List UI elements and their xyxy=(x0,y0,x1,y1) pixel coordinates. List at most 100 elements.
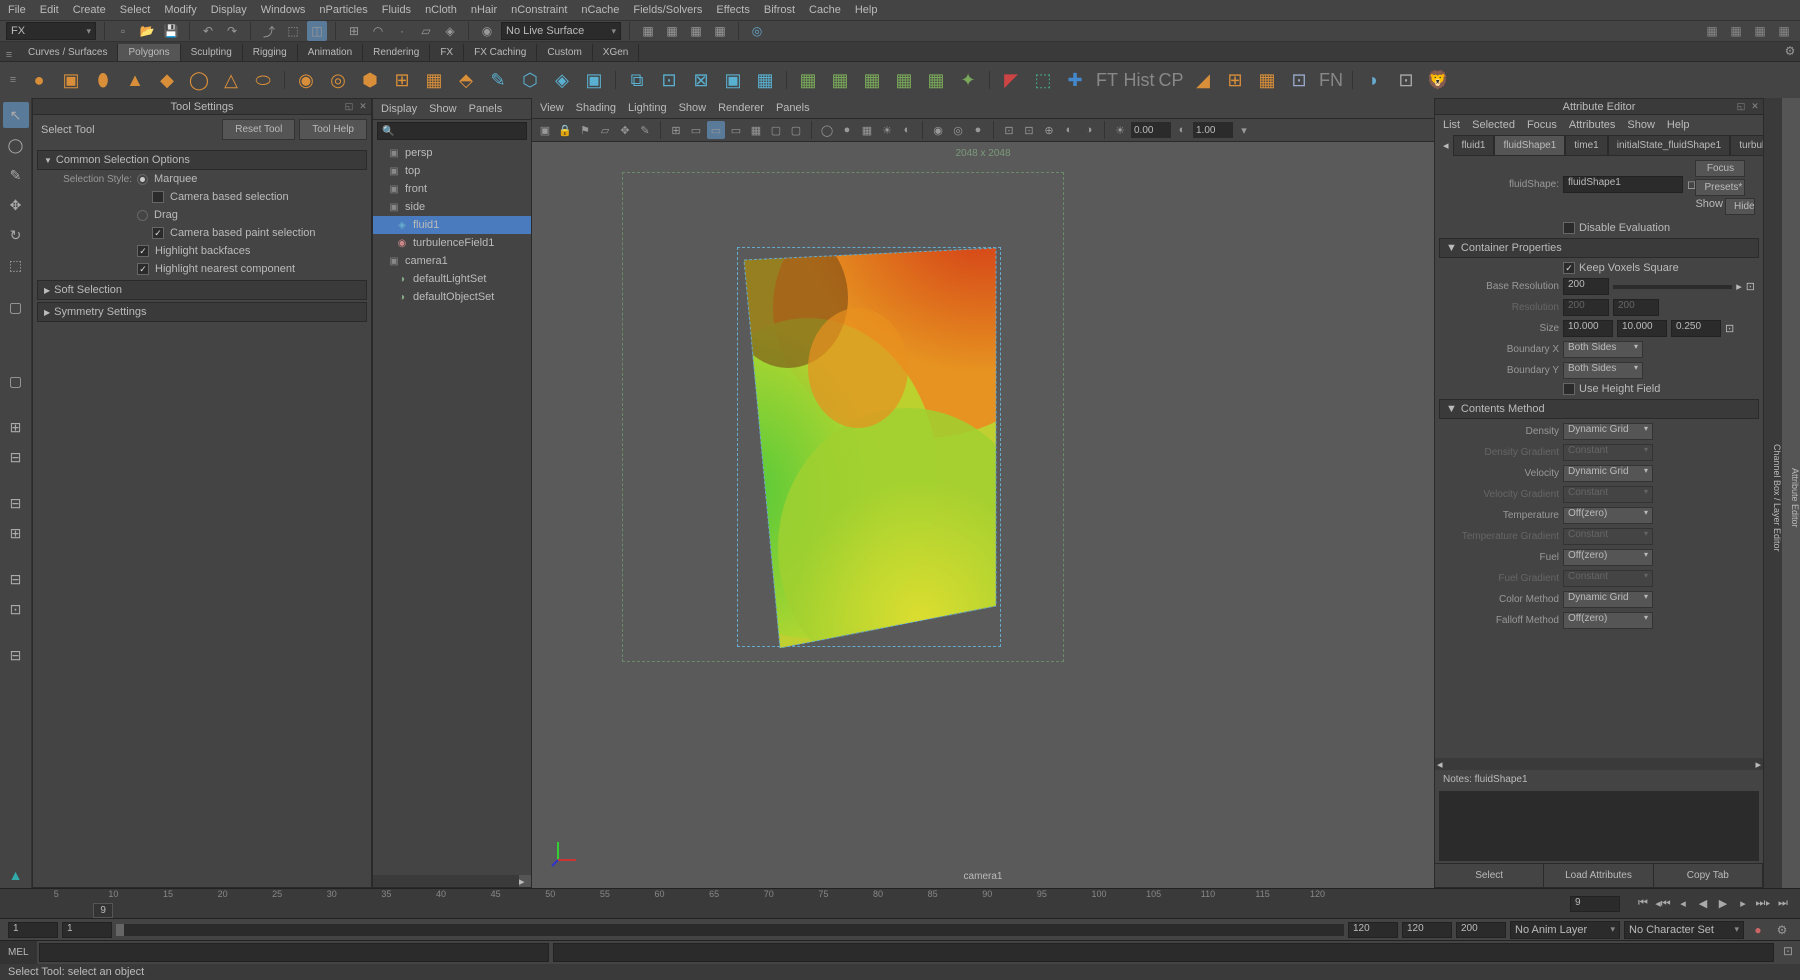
menu-modify[interactable]: Modify xyxy=(164,4,196,16)
vp-safe-title-icon[interactable]: ▢ xyxy=(787,121,805,139)
smooth-icon[interactable]: ▦ xyxy=(419,65,449,95)
ae-hscroll-right-icon[interactable]: ▸ xyxy=(1753,758,1763,771)
layout-outliner-icon[interactable]: ⊟ xyxy=(3,490,29,516)
poly-cube-icon[interactable]: ▣ xyxy=(56,65,86,95)
undock-icon[interactable]: ◱ xyxy=(343,101,355,113)
slice-icon[interactable]: ◢ xyxy=(1188,65,1218,95)
drag-radio[interactable] xyxy=(137,210,148,221)
delete-history-icon[interactable]: Hist xyxy=(1124,65,1154,95)
menu-ncloth[interactable]: nCloth xyxy=(425,4,457,16)
vp-exposure-field[interactable]: 0.00 xyxy=(1131,122,1171,138)
outliner-item-defaultLightSet[interactable]: ◑defaultLightSet xyxy=(373,270,531,288)
menu-windows[interactable]: Windows xyxy=(261,4,306,16)
vp-menu-show[interactable]: Show xyxy=(679,102,707,114)
camera-paint-checkbox[interactable]: ✓ xyxy=(152,227,164,239)
size-y-field[interactable]: 10.000 xyxy=(1617,320,1667,337)
ae-menu-list[interactable]: List xyxy=(1443,119,1460,131)
shelf-edit-icon[interactable]: ≡ xyxy=(4,74,22,86)
vp-grid-icon[interactable]: ⊞ xyxy=(667,121,685,139)
menu-fluids[interactable]: Fluids xyxy=(382,4,411,16)
vp-shadows-icon[interactable]: ◐ xyxy=(898,121,916,139)
vp-menu-panels[interactable]: Panels xyxy=(776,102,810,114)
save-scene-icon[interactable]: 💾 xyxy=(161,21,181,41)
snap-plane-icon[interactable]: ▱ xyxy=(416,21,436,41)
highlight-nearest-checkbox[interactable]: ✓ xyxy=(137,263,149,275)
vp-gamma-field[interactable]: 1.00 xyxy=(1193,122,1233,138)
symmetry-section[interactable]: ▶Symmetry Settings xyxy=(37,302,367,322)
camera-selection-checkbox[interactable] xyxy=(152,191,164,203)
range-start-field[interactable]: 1 xyxy=(62,922,112,938)
lattice-icon[interactable]: ⊡ xyxy=(1284,65,1314,95)
ae-tab-fluid1[interactable]: fluid1 xyxy=(1453,135,1495,156)
layout-icon2[interactable]: ▦ xyxy=(1726,21,1746,41)
base-resolution-field[interactable]: 200 xyxy=(1563,278,1609,295)
vp-expose-icon[interactable]: ⊡ xyxy=(1000,121,1018,139)
fuel-select[interactable]: Off(zero) xyxy=(1563,549,1653,566)
vp-resolution-gate-icon[interactable]: ▭ xyxy=(707,121,725,139)
ipr-icon[interactable]: ▦ xyxy=(686,21,706,41)
shelf-tab-custom[interactable]: Custom xyxy=(537,44,592,61)
uv-editor-icon[interactable]: ✦ xyxy=(953,65,983,95)
freeze-icon[interactable]: FT xyxy=(1092,65,1122,95)
ae-tab-turbulence[interactable]: turbul xyxy=(1730,135,1763,156)
bucket-icon[interactable]: ◗ xyxy=(1359,65,1389,95)
vp-menu-lighting[interactable]: Lighting xyxy=(628,102,667,114)
vp-select-camera-icon[interactable]: ▣ xyxy=(536,121,554,139)
character-set-dropdown[interactable]: No Character Set xyxy=(1624,921,1744,939)
menu-nparticles[interactable]: nParticles xyxy=(319,4,367,16)
poly-pyramid-icon[interactable]: △ xyxy=(216,65,246,95)
focus-button[interactable]: Focus xyxy=(1695,160,1745,177)
vp-xray-joints-icon[interactable]: ● xyxy=(969,121,987,139)
velocity-select[interactable]: Dynamic Grid xyxy=(1563,465,1653,482)
outliner-item-camera1[interactable]: ▣camera1 xyxy=(373,252,531,270)
shelf-tab-animation[interactable]: Animation xyxy=(298,44,363,61)
shelf-tab-curves[interactable]: Curves / Surfaces xyxy=(18,44,118,61)
highlight-backfaces-checkbox[interactable]: ✓ xyxy=(137,245,149,257)
vp-menu-shading[interactable]: Shading xyxy=(576,102,616,114)
tool-help-button[interactable]: Tool Help xyxy=(299,119,367,140)
boundary-x-select[interactable]: Both Sides xyxy=(1563,341,1643,358)
animal-icon[interactable]: 🦁 xyxy=(1423,65,1453,95)
target-weld-icon[interactable]: ⬡ xyxy=(515,65,545,95)
layout-two-h-icon[interactable]: ⊟ xyxy=(3,444,29,470)
menu-nconstraint[interactable]: nConstraint xyxy=(511,4,567,16)
separate-icon[interactable]: ⊞ xyxy=(387,65,417,95)
vp-menu-view[interactable]: View xyxy=(540,102,564,114)
fill-hole-icon[interactable]: ⊡ xyxy=(654,65,684,95)
live-surface-dropdown[interactable]: No Live Surface xyxy=(501,22,621,40)
menu-create[interactable]: Create xyxy=(73,4,106,16)
menu-select[interactable]: Select xyxy=(120,4,151,16)
viewport-3d[interactable]: 2048 x 2048 xyxy=(532,142,1434,888)
uv-spherical-icon[interactable]: ▦ xyxy=(857,65,887,95)
vp-gamma-value-icon[interactable]: ◐ xyxy=(1173,121,1191,139)
size-z-field[interactable]: 0.250 xyxy=(1671,320,1721,337)
menu-help[interactable]: Help xyxy=(855,4,878,16)
shelf-menu-icon[interactable]: ≡ xyxy=(0,49,18,61)
time-slider[interactable]: 9 51015202530354045505560657075808590951… xyxy=(0,888,1800,918)
layout-script-icon[interactable]: ⊟ xyxy=(3,642,29,668)
range-slider[interactable] xyxy=(116,924,1344,936)
paint-select-icon[interactable]: ✎ xyxy=(3,162,29,188)
vp-isolate-icon[interactable]: ◉ xyxy=(929,121,947,139)
container-properties-section[interactable]: ▼Container Properties xyxy=(1439,238,1759,258)
grid-icon[interactable]: ⊞ xyxy=(1220,65,1250,95)
shelf-options-icon[interactable]: ⚙ xyxy=(1780,41,1800,61)
vp-ao-icon[interactable]: ◑ xyxy=(1080,121,1098,139)
ae-tab-time1[interactable]: time1 xyxy=(1565,135,1607,156)
boundary-y-select[interactable]: Both Sides xyxy=(1563,362,1643,379)
poly-svg-icon[interactable]: ◎ xyxy=(323,65,353,95)
shelf-tab-fx[interactable]: FX xyxy=(430,44,464,61)
vp-film-gate-icon[interactable]: ▭ xyxy=(687,121,705,139)
ae-undock-icon[interactable]: ◱ xyxy=(1735,101,1747,113)
menu-cache[interactable]: Cache xyxy=(809,4,841,16)
vp-gamma-icon[interactable]: ⊡ xyxy=(1020,121,1038,139)
poly-cylinder-icon[interactable]: ⬮ xyxy=(88,65,118,95)
vp-textured-icon[interactable]: ▦ xyxy=(858,121,876,139)
close-panel-icon[interactable]: ✕ xyxy=(357,101,369,113)
reset-tool-button[interactable]: Reset Tool xyxy=(222,119,295,140)
vp-field-chart-icon[interactable]: ▦ xyxy=(747,121,765,139)
ae-tab-initialstate[interactable]: initialState_fluidShape1 xyxy=(1608,135,1731,156)
current-frame-marker[interactable]: 9 xyxy=(93,903,113,918)
mirror-icon[interactable]: ⧉ xyxy=(622,65,652,95)
history-icon[interactable]: ⬚ xyxy=(1028,65,1058,95)
